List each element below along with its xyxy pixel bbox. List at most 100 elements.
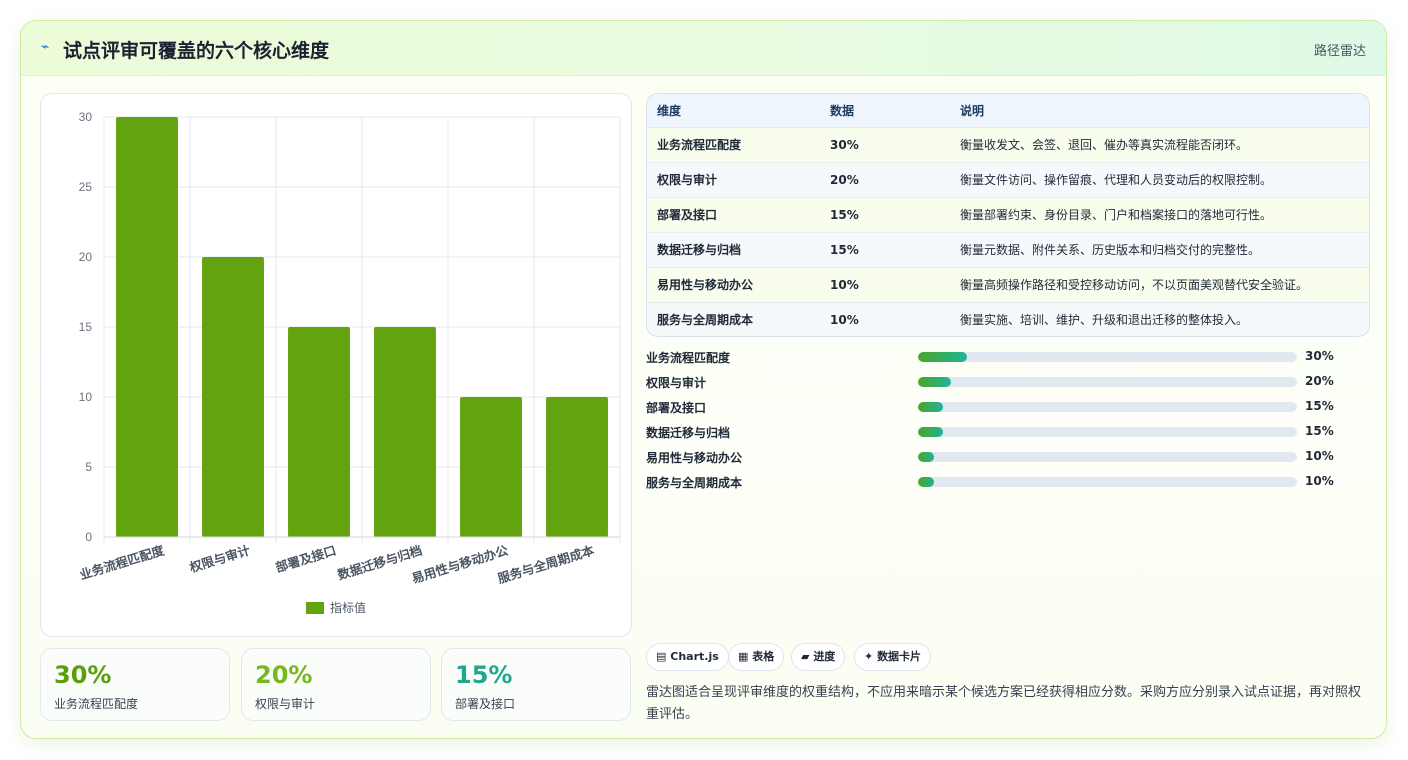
chip-label: 表格 [752,650,775,663]
table-row: 服务与全周期成本 10% 衡量实施、培训、维护、升级和退出迁移的整体投入。 [647,302,1369,336]
stat-value: 15% [455,661,513,689]
x-tick-label: 业务流程匹配度 [78,542,167,582]
table-cell-value: 20% [830,172,859,187]
x-tick-label: 易用性与移动办公 [410,542,510,586]
bar-chart-panel: 0 5 10 15 20 25 30 业务流程匹配度 权限与审计 部署及接口 数据迁移与归档 易用性与… [40,93,632,637]
progress-fill [918,377,951,387]
progress-label: 服务与全周期成本 [646,476,743,490]
y-tick-label: 5 [85,460,92,474]
chip-progress[interactable]: ▰ 进度 [791,643,846,671]
table-cell-description: 衡量文件访问、操作留痕、代理和人员变动后的权限控制。 [960,173,1273,187]
sparkle-icon: ✦ [864,650,874,663]
chip-label: Chart.js [670,650,719,663]
chip-label: 进度 [813,650,836,663]
y-tick-label: 30 [79,110,93,124]
progress-track [918,452,1297,462]
table-cell-dimension: 服务与全周期成本 [657,313,754,328]
progress-label: 数据迁移与归档 [646,426,731,440]
stat-label: 部署及接口 [455,697,516,711]
bar [116,117,178,537]
table-icon: ▦ [738,650,749,663]
page-title: 试点评审可覆盖的六个核心维度 [63,40,330,62]
table-cell-value: 10% [830,277,859,292]
progress-value: 20% [1305,374,1334,388]
progress-track [918,427,1297,437]
table-cell-description: 衡量实施、培训、维护、升级和退出迁移的整体投入。 [960,313,1249,328]
progress-label: 部署及接口 [646,401,707,415]
progress-label: 易用性与移动办公 [646,451,743,465]
progress-fill [918,352,968,362]
dimension-table: 维度 数据 说明 业务流程匹配度 30% 衡量收发文、会签、退回、催办等真实流程能否… [646,93,1370,337]
progress-track [918,377,1297,387]
stat-card: 30% 业务流程匹配度 [40,648,230,721]
table-cell-description: 衡量部署约束、身份目录、门户和档案接口的落地可行性。 [960,208,1273,222]
footnote: 雷达图适合呈现评审维度的权重结构，不应用来暗示某个候选方案已经获得相应分数。采购… [646,685,1362,722]
x-tick-label: 部署及接口 [274,543,338,576]
table-cell-value: 15% [830,207,859,222]
y-tick-label: 20 [79,250,93,264]
stat-value: 30% [54,661,112,689]
table-cell-value: 10% [830,312,859,327]
stat-label: 业务流程匹配度 [54,697,139,711]
table-cell-value: 15% [830,242,859,257]
progress-value: 15% [1305,399,1334,413]
progress-label: 业务流程匹配度 [646,351,731,365]
x-tick-label: 权限与审计 [187,542,253,575]
table-cell-value: 30% [830,137,859,152]
bar [374,327,436,537]
y-tick-label: 25 [79,180,93,194]
progress-row: 易用性与移动办公 10% [646,447,1370,467]
progress-track [918,402,1297,412]
table-cell-dimension: 数据迁移与归档 [657,243,742,257]
table-row: 业务流程匹配度 30% 衡量收发文、会签、退回、催办等真实流程能否闭环。 [647,127,1369,162]
table-cell-dimension: 易用性与移动办公 [657,278,754,292]
progress-track [918,477,1297,487]
bar [288,327,350,537]
table-cell-description: 衡量收发文、会签、退回、催办等真实流程能否闭环。 [960,138,1249,152]
table-cell-dimension: 权限与审计 [657,173,718,187]
progress-track [918,352,1297,362]
stat-value: 20% [255,661,313,689]
table-row: 部署及接口 15% 衡量部署约束、身份目录、门户和档案接口的落地可行性。 [647,197,1369,232]
chip-sparkle[interactable]: ✦ 数据卡片 [854,643,932,671]
table-header-dimension: 维度 [657,103,682,118]
bar [546,397,608,537]
stat-card: 15% 部署及接口 [441,648,631,721]
header-tag: 路径雷达 [1313,44,1366,59]
table-header-row: 维度 数据 说明 [647,94,1369,127]
legend-swatch [306,602,324,614]
progress-fill [918,427,943,437]
bar-chart: 051015202530业务流程匹配度 权限与审计 部署及接口数据迁移与归档易用性与… [78,110,621,615]
dashboard-card: ⌁ 试点评审可覆盖的六个核心维度 路径雷达 0 5 10 15 20 25 30 业务流程匹配… [20,20,1387,739]
bar [460,397,522,537]
table-header-value: 数据 [830,103,855,118]
stat-card: 20% 权限与审计 [241,648,431,721]
chip-chart[interactable]: ▤ Chart.js [646,643,729,671]
progress-value: 10% [1305,474,1334,488]
x-tick-label: 服务与全周期成本 [496,542,596,586]
progress-fill [918,477,935,487]
chip-table[interactable]: ▦ 表格 [728,643,785,671]
progress-value: 15% [1305,424,1334,438]
chip-label: 数据卡片 [877,650,922,663]
table-header-description: 说明 [960,103,985,118]
table-cell-description: 衡量元数据、附件关系、历史版本和归档交付的完整性。 [960,243,1261,257]
progress-value: 30% [1305,349,1334,363]
y-tick-label: 10 [79,390,93,404]
table-cell-description: 衡量高频操作路径和受控移动访问，不以页面美观替代安全验证。 [960,278,1309,292]
progress-row: 服务与全周期成本 10% [646,472,1370,492]
progress-value: 10% [1305,449,1334,463]
y-tick-label: 15 [79,320,93,334]
bar [202,257,264,537]
progress-label: 权限与审计 [646,376,707,390]
chart-icon: ▤ [656,650,667,663]
progress-fill [918,402,943,412]
progress-row: 业务流程匹配度 30% [646,347,1370,367]
progress-fill [918,452,935,462]
progress-row: 权限与审计 20% [646,372,1370,392]
card-header: ⌁ 试点评审可覆盖的六个核心维度 路径雷达 [21,21,1386,76]
stat-label: 权限与审计 [255,697,316,711]
y-tick-label: 0 [85,530,92,544]
table-cell-dimension: 部署及接口 [657,208,718,222]
table-row: 权限与审计 20% 衡量文件访问、操作留痕、代理和人员变动后的权限控制。 [647,162,1369,197]
